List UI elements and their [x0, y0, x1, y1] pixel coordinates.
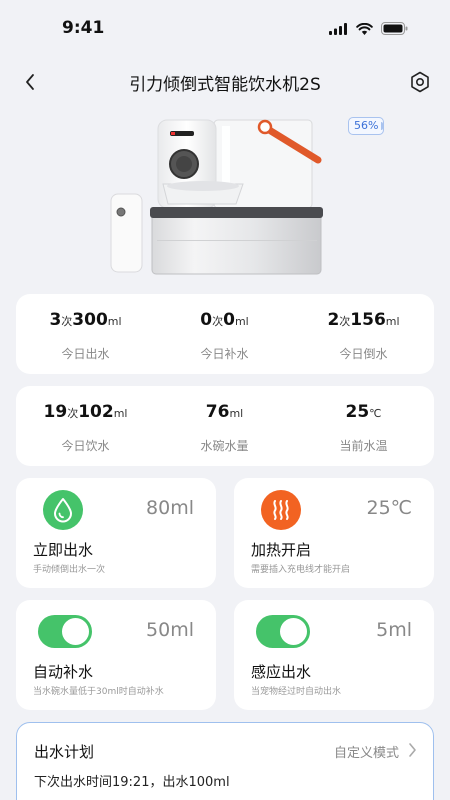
stat-dispensed: 3次300ml 今日出水: [16, 294, 155, 374]
stat-count-unit: 次: [67, 407, 79, 420]
nav-bar: 引力倾倒式智能饮水机2S: [0, 60, 450, 104]
stat-count: 19: [43, 402, 68, 422]
auto-refill-toggle[interactable]: [38, 615, 92, 648]
sensor-dispense-card: 5ml 感应出水 当宠物经过时自动出水: [234, 600, 434, 710]
status-time: 9:41: [62, 18, 105, 38]
stat-count-unit: 次: [61, 315, 73, 328]
heating-title: 加热开启: [251, 541, 312, 559]
heating-temperature: 25℃: [366, 497, 412, 519]
stat-count: 0: [200, 310, 213, 330]
plan-mode[interactable]: 自定义模式: [334, 742, 399, 761]
sensor-dispense-toggle[interactable]: [256, 615, 310, 648]
signal-icon: [329, 22, 347, 35]
stat-label: 今日出水: [61, 347, 110, 361]
plan-title: 出水计划: [34, 743, 95, 761]
stat-label: 今日补水: [200, 347, 249, 361]
stat-drinking: 19次102ml 今日饮水: [16, 386, 155, 466]
sensor-dispense-title: 感应出水: [251, 663, 312, 681]
stat-amount: 0: [223, 310, 235, 330]
stat-amount-unit: ℃: [369, 407, 382, 420]
stat-amount: 102: [78, 402, 114, 422]
auto-refill-card: 50ml 自动补水 当水碗水量低于30ml时自动补水: [16, 600, 216, 710]
water-stats-card: 19次102ml 今日饮水 76ml 水碗水量 25℃ 当前水温: [16, 386, 434, 466]
stat-label: 今日倒水: [339, 347, 388, 361]
stat-poured: 2次156ml 今日倒水: [294, 294, 433, 374]
settings-button[interactable]: [408, 68, 432, 96]
stat-amount: 156: [350, 310, 386, 330]
stat-count-unit: 次: [339, 315, 351, 328]
stat-amount-unit: ml: [234, 315, 249, 328]
battery-badge: 56%: [348, 117, 385, 135]
stat-refilled: 0次0ml 今日补水: [155, 294, 294, 374]
stat-amount-unit: ml: [229, 407, 244, 420]
water-drop-icon: [43, 490, 83, 530]
stat-label: 当前水温: [339, 439, 388, 453]
heating-subtitle: 需要插入充电线才能开启: [251, 565, 351, 575]
sensor-dispense-subtitle: 当宠物经过时自动出水: [251, 687, 342, 697]
status-icons: [329, 22, 408, 35]
hexagon-settings-icon: [411, 71, 429, 93]
auto-refill-title: 自动补水: [33, 663, 94, 681]
auto-refill-amount: 50ml: [146, 619, 194, 641]
stat-amount: 76: [205, 402, 230, 422]
page-title: 引力倾倒式智能饮水机2S: [129, 75, 321, 95]
stat-count: 2: [327, 310, 340, 330]
stat-count: 3: [49, 310, 62, 330]
stat-amount: 300: [72, 310, 108, 330]
stat-label: 水碗水量: [200, 439, 249, 453]
stat-label: 今日饮水: [61, 439, 110, 453]
stat-amount-unit: ml: [385, 315, 400, 328]
heating-card[interactable]: 25℃ 加热开启 需要插入充电线才能开启: [234, 478, 434, 588]
auto-refill-subtitle: 当水碗水量低于30ml时自动补水: [33, 687, 164, 697]
battery-badge-nub: [381, 122, 383, 130]
sensor-dispense-amount: 5ml: [376, 619, 412, 641]
toggle-knob: [280, 618, 307, 645]
dispense-subtitle: 手动倾倒出水一次: [33, 565, 106, 575]
stat-amount: 25: [345, 402, 370, 422]
chevron-right-icon: [409, 743, 416, 757]
stat-amount-unit: ml: [107, 315, 122, 328]
stat-water-temp: 25℃ 当前水温: [294, 386, 433, 466]
wifi-icon: [356, 22, 373, 35]
stat-count-unit: 次: [212, 315, 224, 328]
dispense-now-card[interactable]: 80ml 立即出水 手动倾倒出水一次: [16, 478, 216, 588]
plan-next-schedule: 下次出水时间19:21，出水100ml: [34, 775, 230, 790]
dispense-amount: 80ml: [146, 497, 194, 519]
heat-waves-icon: [261, 490, 301, 530]
battery-status-icon: [381, 22, 408, 35]
dispense-title: 立即出水: [33, 541, 94, 559]
dispense-plan-card[interactable]: 出水计划 自定义模式 下次出水时间19:21，出水100ml: [16, 722, 434, 800]
toggle-knob: [62, 618, 89, 645]
device-hero: 56%: [0, 110, 450, 285]
water-dispenser-image: [110, 119, 323, 275]
stat-amount-unit: ml: [113, 407, 128, 420]
today-stats-card: 3次300ml 今日出水 0次0ml 今日补水 2次156ml 今日倒水: [16, 294, 434, 374]
stat-bowl-volume: 76ml 水碗水量: [155, 386, 294, 466]
status-bar: 9:41: [0, 0, 450, 56]
